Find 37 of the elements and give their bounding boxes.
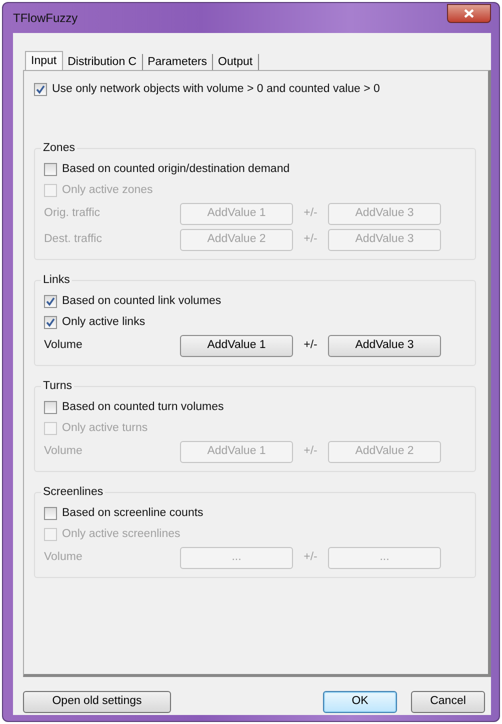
plus-minus-label: +/- xyxy=(302,338,318,354)
tab[interactable]: Input xyxy=(25,51,63,70)
field-label: Volume xyxy=(44,550,84,566)
tolerance-button[interactable]: AddValue 3 xyxy=(328,335,441,357)
field-label: Volume xyxy=(44,444,84,460)
close-button[interactable] xyxy=(447,4,491,22)
checkbox[interactable] xyxy=(44,163,57,176)
checkbox[interactable] xyxy=(34,83,47,96)
ok-button[interactable]: OK xyxy=(323,691,397,713)
value-button[interactable]: AddValue 1 xyxy=(180,335,293,357)
checkbox-label: Only active links xyxy=(62,314,146,330)
field-label: Volume xyxy=(44,338,84,354)
checkbox-label: Based on screenline counts xyxy=(62,506,204,521)
checkbox-label: Based on counted origin/destination demand xyxy=(62,162,290,177)
tab[interactable]: Parameters xyxy=(142,54,214,70)
window-title: TFlowFuzzy xyxy=(13,10,78,27)
checkbox-label: Use only network objects with volume > 0 and counted value > 0 xyxy=(52,82,380,97)
plus-minus-label: +/- xyxy=(302,444,318,460)
checkbox-label: Only active zones xyxy=(62,182,153,198)
checkbox-label: Only active turns xyxy=(62,420,148,436)
tab[interactable]: Distribution C xyxy=(62,54,143,70)
checkbox-label: Based on counted link volumes xyxy=(62,294,222,309)
checkbox[interactable] xyxy=(44,316,57,329)
open-settings-button[interactable]: Open old settings xyxy=(23,691,171,713)
close-icon xyxy=(464,8,474,18)
field-label: Dest. traffic xyxy=(44,232,103,248)
checkbox[interactable] xyxy=(44,295,57,308)
plus-minus-label: +/- xyxy=(302,232,318,248)
checkbox-label: Only active screenlines xyxy=(62,526,180,542)
cancel-button[interactable]: Cancel xyxy=(411,691,485,713)
field-label: Orig. traffic xyxy=(44,206,102,222)
checkbox-label: Based on counted turn volumes xyxy=(62,400,224,415)
plus-minus-label: +/- xyxy=(302,550,318,566)
plus-minus-label: +/- xyxy=(302,206,318,222)
checkbox[interactable] xyxy=(44,401,57,414)
checkbox[interactable] xyxy=(44,507,57,520)
tab[interactable]: Output xyxy=(213,54,259,70)
